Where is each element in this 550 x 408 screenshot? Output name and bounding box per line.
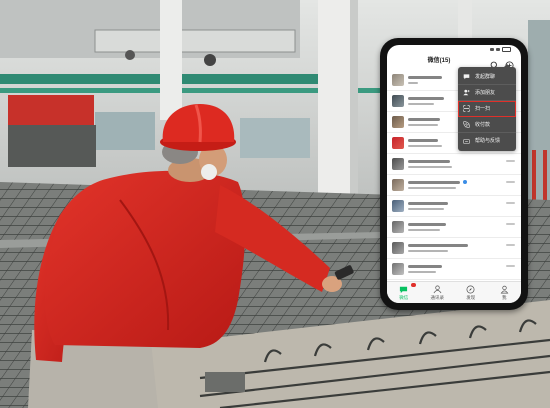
group-chat-icon (463, 74, 470, 80)
unread-badge (411, 283, 416, 287)
plus-dropdown-menu: 发起群聊 添加朋友 扫一扫 收付款 帮助与反馈 (458, 64, 516, 151)
chat-name-blurred (408, 97, 444, 100)
chat-list-item[interactable] (387, 217, 521, 238)
chat-name-blurred (408, 76, 442, 79)
avatar (392, 137, 404, 149)
help-icon (463, 138, 470, 144)
chat-name-blurred (408, 160, 450, 163)
menu-item-scan[interactable]: 扫一扫 (458, 101, 516, 117)
chat-name-blurred (408, 244, 468, 247)
avatar (392, 74, 404, 86)
chat-preview-blurred (408, 187, 456, 189)
battery-icon (502, 47, 511, 52)
menu-item-label: 收付款 (475, 121, 491, 128)
phone-mockup: 微信(15) 发起群聊 添加朋友 扫一扫 收付款 帮助与反馈 微信 通讯录 发现… (380, 38, 528, 310)
chat-name-blurred (408, 223, 446, 226)
chat-icon (400, 286, 408, 294)
chat-name-blurred (408, 202, 448, 205)
tab-discover[interactable]: 发现 (454, 282, 488, 303)
wifi-icon (496, 48, 500, 51)
avatar (392, 221, 404, 233)
chat-list-item[interactable] (387, 154, 521, 175)
chat-preview-blurred (408, 124, 438, 126)
avatar (392, 263, 404, 275)
chat-name-blurred (408, 181, 460, 184)
chat-name-blurred (408, 139, 438, 142)
compass-icon (466, 285, 475, 294)
tab-label: 我 (502, 295, 507, 300)
tab-contacts[interactable]: 通讯录 (421, 282, 455, 303)
chat-preview-blurred (408, 208, 444, 210)
menu-item-label: 帮助与反馈 (475, 138, 501, 144)
bottom-tab-bar: 微信 通讯录 发现 我 (387, 281, 521, 303)
chat-time-blurred (506, 202, 515, 204)
chat-name-blurred (408, 118, 440, 121)
pulley (204, 54, 216, 66)
chat-time-blurred (506, 265, 515, 267)
add-friend-icon (463, 89, 470, 96)
chat-list-item[interactable] (387, 238, 521, 259)
chat-preview-blurred (408, 145, 442, 147)
avatar (392, 116, 404, 128)
page-title: 微信(15) (427, 58, 451, 64)
chat-list-item[interactable] (387, 259, 521, 280)
avatar (392, 200, 404, 212)
menu-item-add-friend[interactable]: 添加朋友 (458, 85, 516, 101)
chat-name-blurred (408, 265, 442, 268)
scan-icon (463, 105, 470, 112)
worker-jacket (44, 170, 246, 348)
avatar (392, 95, 404, 107)
chat-preview-blurred (408, 103, 434, 105)
chat-preview-blurred (408, 250, 448, 252)
chat-time-blurred (506, 244, 515, 246)
chat-preview-blurred (408, 229, 440, 231)
menu-item-payment[interactable]: 收付款 (458, 117, 516, 133)
menu-item-group-chat[interactable]: 发起群聊 (458, 69, 516, 85)
menu-item-label: 扫一扫 (475, 105, 491, 112)
avatar (392, 158, 404, 170)
tab-label: 微信 (399, 295, 409, 300)
floor-block (205, 372, 245, 392)
signal-icon (490, 48, 494, 51)
chat-list-item[interactable] (387, 175, 521, 196)
status-bar (387, 45, 521, 54)
chat-preview-blurred (408, 166, 452, 168)
face-mask (201, 164, 217, 180)
tab-me[interactable]: 我 (488, 282, 522, 303)
person-icon (500, 285, 509, 294)
payment-icon (463, 121, 470, 128)
pulley (125, 50, 135, 60)
menu-item-help[interactable]: 帮助与反馈 (458, 133, 516, 149)
verified-icon (463, 180, 467, 184)
tab-label: 通讯录 (430, 295, 445, 300)
tab-chats[interactable]: 微信 (387, 282, 421, 303)
chat-time-blurred (506, 223, 515, 225)
chat-time-blurred (506, 181, 515, 183)
contacts-icon (433, 285, 442, 294)
machine-base (8, 125, 96, 167)
chat-preview-blurred (408, 82, 418, 84)
chat-list-item[interactable] (387, 196, 521, 217)
pillar (160, 0, 182, 120)
ceiling-truss (94, 29, 296, 53)
chat-preview-blurred (408, 271, 436, 273)
avatar (392, 179, 404, 191)
avatar (392, 242, 404, 254)
wechat-screen: 微信(15) 发起群聊 添加朋友 扫一扫 收付款 帮助与反馈 微信 通讯录 发现… (387, 45, 521, 303)
menu-item-label: 添加朋友 (475, 89, 496, 96)
search-icon[interactable] (490, 57, 499, 70)
menu-item-label: 发起群聊 (475, 73, 496, 80)
windows (240, 118, 310, 158)
red-machine (8, 95, 94, 125)
tab-label: 发现 (466, 295, 476, 300)
chat-time-blurred (506, 160, 515, 162)
windows (95, 112, 155, 150)
